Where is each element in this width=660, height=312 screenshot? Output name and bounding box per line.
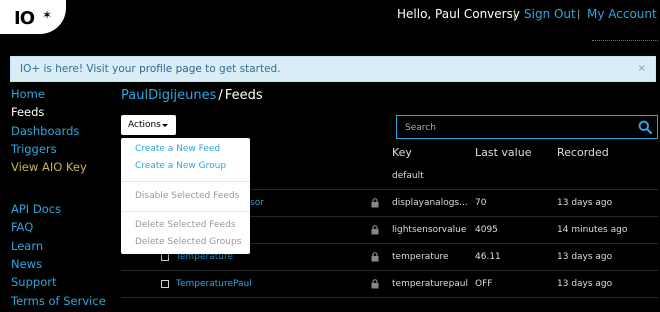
star-icon: ✶ — [41, 8, 53, 22]
feed-recorded: 14 minutes ago — [557, 225, 628, 235]
separator: | — [577, 9, 581, 20]
menu-divider — [121, 181, 250, 182]
lock-icon — [371, 198, 379, 208]
search-box — [396, 115, 658, 139]
menu-item-create-group[interactable]: Create a New Group — [135, 161, 226, 171]
sidebar-item-dashboards[interactable]: Dashboards — [11, 124, 79, 138]
feed-key: temperature — [392, 252, 449, 262]
breadcrumb: PaulDigijeunes / Feeds — [121, 88, 263, 103]
menu-divider — [121, 211, 250, 212]
sidebar-item-feeds[interactable]: Feeds — [11, 105, 44, 119]
info-alert: IO+ is here! Visit your profile page to … — [10, 56, 656, 82]
feed-last-value: 46.11 — [475, 252, 501, 262]
alert-text-after: to get started. — [201, 63, 281, 75]
profile-page-link[interactable]: profile page — [139, 63, 202, 75]
column-header-recorded[interactable]: Recorded — [557, 146, 609, 159]
sidebar-item-terms-of-service[interactable]: Terms of Service — [11, 294, 106, 308]
sidebar-item-view-aio-key[interactable]: View AIO Key — [11, 160, 87, 174]
feed-recorded: 13 days ago — [557, 252, 613, 262]
sidebar-item-support[interactable]: Support — [11, 275, 56, 289]
lock-icon — [371, 225, 379, 235]
adafruit-io-logo[interactable]: IO ✶ — [0, 0, 66, 34]
feed-last-value: 70 — [475, 198, 487, 208]
feed-recorded: 13 days ago — [557, 198, 613, 208]
lock-icon — [371, 279, 379, 289]
breadcrumb-separator: / — [218, 88, 223, 103]
feed-key: displayanalogs... — [392, 198, 468, 208]
sidebar-item-learn[interactable]: Learn — [11, 239, 43, 253]
menu-item-delete-groups[interactable]: Delete Selected Groups — [135, 237, 241, 247]
table-row: TemperaturePaul temperaturepaul OFF 13 d… — [121, 271, 658, 298]
sign-out-link[interactable]: Sign Out — [524, 7, 576, 21]
sidebar-item-api-docs[interactable]: API Docs — [11, 202, 61, 216]
search-input[interactable] — [403, 120, 627, 136]
page-title: Feeds — [224, 88, 263, 103]
sidebar-item-faq[interactable]: FAQ — [11, 220, 33, 234]
separator: | — [513, 9, 517, 20]
sidebar-item-triggers[interactable]: Triggers — [11, 142, 57, 156]
sidebar-item-home[interactable]: Home — [11, 87, 45, 101]
close-icon[interactable]: × — [638, 57, 646, 81]
feed-name-link[interactable]: sor — [250, 198, 264, 208]
column-header-last-value[interactable]: Last value — [475, 146, 531, 159]
menu-item-create-feed[interactable]: Create a New Feed — [135, 144, 220, 154]
logo-text: IO — [14, 8, 35, 29]
feed-recorded: 13 days ago — [557, 279, 613, 289]
caret-down-icon — [162, 124, 168, 127]
greeting: Hello, Paul Conversy — [397, 7, 520, 21]
column-header-key[interactable]: Key — [392, 146, 412, 159]
feed-last-value: OFF — [475, 279, 493, 289]
menu-item-delete-feeds[interactable]: Delete Selected Feeds — [135, 220, 235, 230]
feed-key: default — [392, 171, 424, 181]
actions-dropdown-menu: Create a New Feed Create a New Group Dis… — [121, 138, 250, 254]
feed-last-value: 4095 — [475, 225, 498, 235]
row-checkbox[interactable] — [161, 280, 169, 288]
alert-text-before: IO+ is here! Visit your — [20, 63, 140, 75]
feed-key: lightsensorvalue — [392, 225, 467, 235]
actions-button[interactable]: Actions — [121, 115, 176, 135]
feed-name-link[interactable]: TemperaturePaul — [176, 279, 252, 289]
lock-icon — [371, 252, 379, 262]
row-checkbox[interactable] — [161, 253, 169, 261]
feed-key: temperaturepaul — [392, 279, 469, 289]
actions-label: Actions — [128, 120, 161, 130]
divider — [592, 40, 658, 41]
my-account-link[interactable]: My Account — [587, 7, 657, 21]
top-bar: IO ✶ Hello, Paul Conversy | Sign Out | M… — [0, 0, 660, 48]
menu-item-disable-feeds[interactable]: Disable Selected Feeds — [135, 191, 239, 201]
sidebar-item-news[interactable]: News — [11, 257, 42, 271]
breadcrumb-user-link[interactable]: PaulDigijeunes — [121, 88, 216, 103]
search-icon[interactable] — [638, 120, 652, 134]
